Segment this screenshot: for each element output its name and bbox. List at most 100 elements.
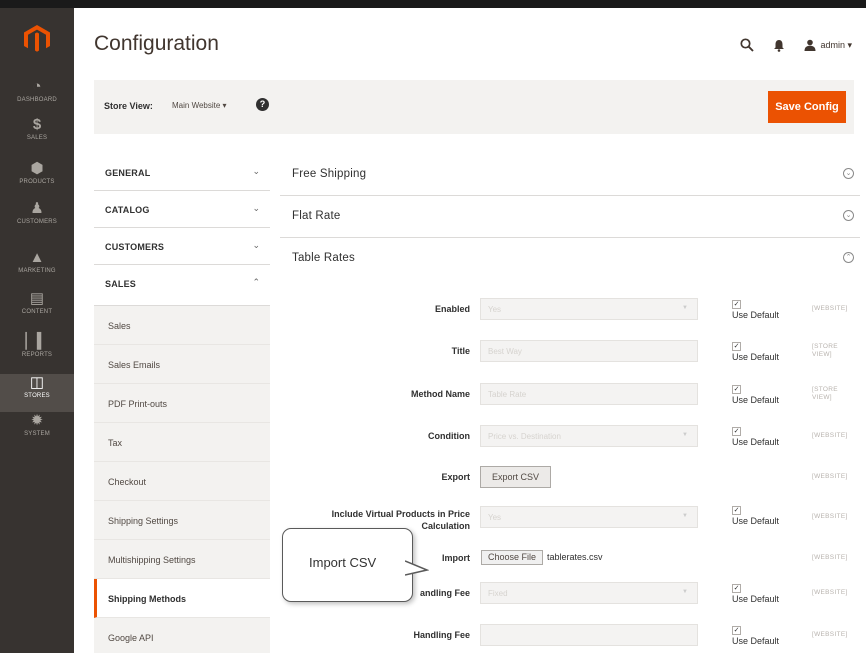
callout-pointer-icon — [405, 560, 429, 576]
nav-stores-label: STORES — [24, 393, 50, 399]
bell-icon[interactable] — [772, 38, 786, 52]
scope-label: [WEBSITE] — [812, 473, 848, 480]
nav-content[interactable]: ▤ CONTENT — [0, 290, 74, 328]
use-default-checkbox[interactable]: ✓ Use Default — [732, 506, 779, 526]
section-table-rates[interactable]: Table Rates ⌃ — [280, 238, 860, 280]
nav-sales-label: SALES — [26, 135, 48, 141]
tab-customers[interactable]: CUSTOMERS ⌄ — [94, 228, 270, 265]
subtab-sales-emails[interactable]: Sales Emails — [94, 345, 270, 384]
magento-logo-icon[interactable] — [23, 24, 51, 54]
checkbox-check-icon: ✓ — [732, 300, 741, 309]
condition-select[interactable]: Price vs. Destination ▼ — [480, 425, 698, 447]
section-free-shipping[interactable]: Free Shipping ⌄ — [280, 154, 860, 196]
select-value: Price vs. Destination — [488, 432, 561, 441]
admin-sidebar: ◔ DASHBOARD $ SALES ⬢ PRODUCTS ♟ CUSTOME… — [0, 8, 74, 653]
chevron-down-icon: ▼ — [682, 305, 688, 311]
dashboard-icon: ◔ — [32, 78, 42, 95]
nav-sales[interactable]: $ SALES — [0, 116, 74, 154]
field-label: Condition — [428, 431, 470, 441]
nav-reports-label: REPORTS — [21, 352, 53, 358]
field-label: andling Fee — [419, 588, 470, 598]
include-virtual-select[interactable]: Yes ▼ — [480, 506, 698, 528]
subtab-label: Multishipping Settings — [108, 555, 196, 565]
collapse-icon[interactable]: ⌃ — [843, 252, 854, 263]
subtab-shipping-methods[interactable]: Shipping Methods — [94, 579, 270, 618]
use-default-checkbox[interactable]: ✓ Use Default — [732, 342, 779, 362]
tab-sales-label: SALES — [105, 279, 137, 289]
nav-stores[interactable]: ◫ STORES — [0, 374, 74, 412]
checkbox-check-icon: ✓ — [732, 626, 741, 635]
save-config-button[interactable]: Save Config — [768, 91, 846, 123]
import-csv-callout: Import CSV — [282, 528, 413, 602]
nav-system[interactable]: ✹ SYSTEM — [0, 412, 74, 450]
subtab-label: Sales — [108, 321, 131, 331]
store-view-switcher[interactable]: Main Website ▾ — [172, 101, 227, 110]
admin-username: admin ▾ — [820, 39, 852, 50]
use-default-checkbox[interactable]: ✓ Use Default — [732, 300, 779, 320]
checkbox-check-icon: ✓ — [732, 427, 741, 436]
choose-file-button[interactable]: Choose File — [481, 550, 543, 565]
subtab-tax[interactable]: Tax — [94, 423, 270, 462]
config-main: Free Shipping ⌄ Flat Rate ⌄ Table Rates … — [280, 154, 860, 646]
export-csv-button[interactable]: Export CSV — [480, 466, 551, 488]
selected-filename: tablerates.csv — [547, 552, 603, 562]
help-icon[interactable]: ? — [256, 98, 269, 111]
subtab-pdf-print-outs[interactable]: PDF Print-outs — [94, 384, 270, 423]
section-title: Flat Rate — [292, 210, 341, 222]
handling-fee-input[interactable] — [480, 624, 698, 646]
nav-dashboard[interactable]: ◔ DASHBOARD — [0, 78, 74, 116]
section-title: Table Rates — [292, 252, 355, 264]
field-label: Import — [442, 553, 470, 563]
chevron-down-icon: ▼ — [682, 432, 688, 438]
subtab-multishipping-settings[interactable]: Multishipping Settings — [94, 540, 270, 579]
title-input[interactable]: Best Way — [480, 340, 698, 362]
enabled-select[interactable]: Yes ▼ — [480, 298, 698, 320]
subtab-label: Sales Emails — [108, 360, 161, 370]
select-value: Yes — [488, 305, 502, 314]
tab-catalog-label: CATALOG — [105, 205, 150, 215]
section-flat-rate[interactable]: Flat Rate ⌄ — [280, 196, 860, 238]
search-icon[interactable] — [740, 38, 755, 52]
use-default-checkbox[interactable]: ✓ Use Default — [732, 584, 779, 604]
method-name-input[interactable]: Table Rate — [480, 383, 698, 405]
nav-marketing[interactable]: ▲ MARKETING — [0, 249, 74, 287]
admin-user-menu[interactable]: admin ▾ — [804, 39, 852, 51]
store-icon: ◫ — [29, 374, 45, 391]
use-default-checkbox[interactable]: ✓ Use Default — [732, 427, 779, 447]
nav-reports[interactable]: ▏▍ REPORTS — [0, 333, 74, 371]
subtab-label: PDF Print-outs — [108, 399, 168, 409]
nav-products-label: PRODUCTS — [19, 179, 55, 185]
nav-dashboard-label: DASHBOARD — [17, 97, 57, 103]
select-value: Fixed — [488, 589, 508, 598]
tab-general-label: GENERAL — [105, 168, 151, 178]
subtab-checkout[interactable]: Checkout — [94, 462, 270, 501]
calc-handling-select[interactable]: Fixed ▼ — [480, 582, 698, 604]
store-view-label: Store View: — [104, 101, 153, 111]
nav-marketing-label: MARKETING — [18, 268, 56, 274]
chevron-down-icon: ▼ — [682, 589, 688, 595]
checkbox-check-icon: ✓ — [732, 506, 741, 515]
tab-sales[interactable]: SALES ⌃ — [94, 265, 270, 306]
tab-general[interactable]: GENERAL ⌄ — [94, 154, 270, 191]
tab-customers-label: CUSTOMERS — [105, 242, 165, 252]
header-actions: admin ▾ — [740, 38, 852, 52]
section-title: Free Shipping — [292, 168, 367, 180]
tab-catalog[interactable]: CATALOG ⌄ — [94, 191, 270, 228]
input-value: Best Way — [488, 347, 522, 356]
expand-icon[interactable]: ⌄ — [843, 168, 854, 179]
nav-customers[interactable]: ♟ CUSTOMERS — [0, 200, 74, 238]
nav-products[interactable]: ⬢ PRODUCTS — [0, 160, 74, 198]
use-default-checkbox[interactable]: ✓ Use Default — [732, 385, 779, 405]
subtab-shipping-settings[interactable]: Shipping Settings — [94, 501, 270, 540]
expand-icon[interactable]: ⌄ — [843, 210, 854, 221]
subtab-label: Tax — [108, 438, 123, 448]
select-value: Yes — [488, 513, 502, 522]
scope-label: [WEBSITE] — [812, 513, 848, 520]
subtab-sales[interactable]: Sales — [94, 306, 270, 345]
use-default-checkbox[interactable]: ✓ Use Default — [732, 626, 779, 646]
subtab-google-api[interactable]: Google API — [94, 618, 270, 653]
chevron-down-icon: ⌄ — [252, 203, 260, 213]
scope-label: [WEBSITE] — [812, 631, 848, 638]
scope-label: [WEBSITE] — [812, 554, 848, 561]
cube-icon: ⬢ — [30, 160, 44, 177]
